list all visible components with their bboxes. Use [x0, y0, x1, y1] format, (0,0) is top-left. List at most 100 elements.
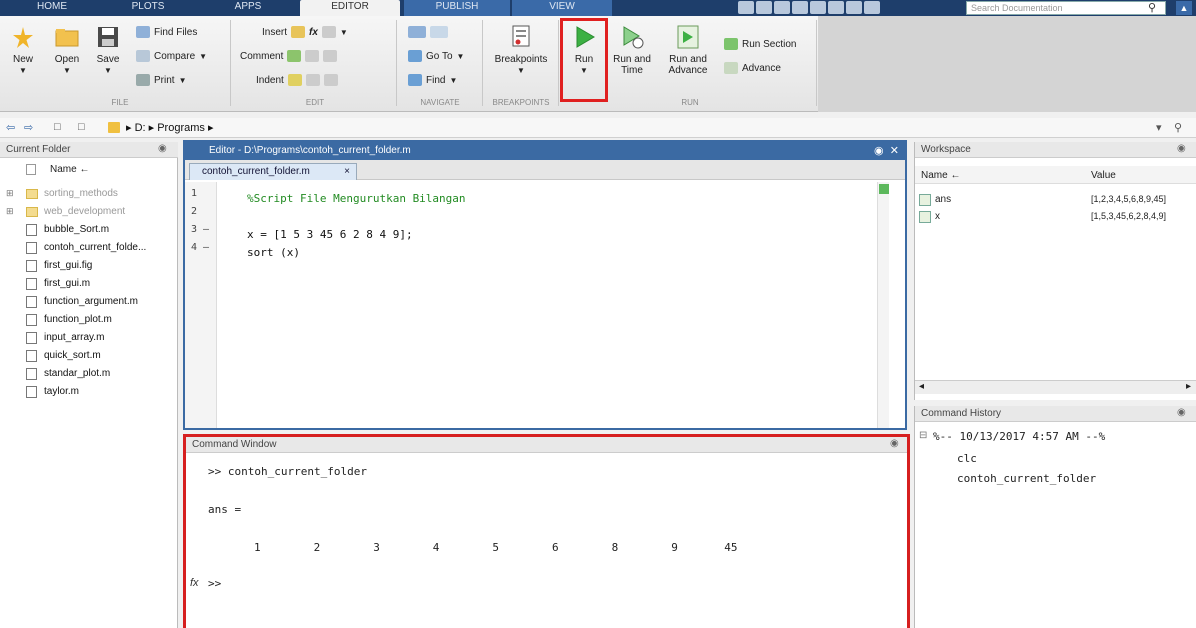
search-icon[interactable]: ⚲ [1174, 121, 1182, 134]
current-folder-column-header[interactable]: Name ← [0, 160, 178, 176]
path-drive[interactable]: D: [135, 122, 146, 134]
navigate-icons[interactable] [408, 26, 448, 38]
find-button[interactable]: Find ▼ [408, 74, 457, 86]
compare-button[interactable]: Compare ▼ [136, 50, 207, 62]
switch-windows-icon[interactable] [846, 1, 862, 14]
save-button[interactable]: Save ▼ [92, 24, 124, 76]
command-window[interactable]: Command Window ◉ >> contoh_current_folde… [183, 434, 910, 628]
help-icon[interactable] [864, 1, 880, 14]
advance-button[interactable]: Advance [724, 62, 781, 74]
list-item[interactable]: bubble_Sort.m [0, 222, 178, 239]
redo-icon[interactable] [828, 1, 844, 14]
tab-apps[interactable]: APPS [218, 0, 278, 16]
minimize-toolstrip-icon[interactable]: ▲ [1176, 1, 1192, 15]
list-item[interactable]: input_array.m [0, 330, 178, 347]
search-icon[interactable]: ⚲ [1148, 1, 1156, 14]
editor-scrollbar[interactable] [877, 182, 889, 428]
history-item[interactable]: contoh_current_folder [957, 472, 1096, 485]
search-documentation-input[interactable]: Search Documentation [966, 1, 1166, 15]
tab-home[interactable]: HOME [24, 0, 80, 16]
list-item[interactable]: first_gui.m [0, 276, 178, 293]
back-arrow-icon[interactable]: ⇦ [6, 121, 15, 134]
code-line[interactable]: %Script File Mengurutkan Bilangan [247, 192, 466, 205]
line-number: 4 – [191, 242, 210, 253]
collapse-icon[interactable]: ⊟ [919, 430, 927, 441]
print-button[interactable]: Print ▼ [136, 74, 186, 86]
indent-button[interactable]: Indent [256, 74, 338, 86]
copy-icon[interactable] [774, 1, 790, 14]
code-line[interactable]: x = [1 5 3 45 6 2 8 4 9]; [247, 228, 413, 241]
chevron-down-icon[interactable]: ▾ [1156, 121, 1162, 134]
expand-icon[interactable]: ⊞ [6, 188, 14, 199]
browse-folder-icon[interactable]: □ [78, 121, 85, 133]
path-folder[interactable]: Programs [157, 122, 205, 134]
tab-plots[interactable]: PLOTS [118, 0, 178, 16]
cut-icon[interactable] [756, 1, 772, 14]
list-item[interactable]: standar_plot.m [0, 366, 178, 383]
find-files-button[interactable]: Find Files [136, 26, 197, 38]
breakpoints-button[interactable]: Breakpoints ▼ [488, 24, 554, 76]
run-and-advance-label: Run and [669, 54, 707, 65]
comment-button[interactable]: Comment [240, 50, 338, 62]
up-folder-icon[interactable]: □ [54, 121, 61, 133]
run-and-advance-button[interactable]: Run and Advance [662, 24, 714, 76]
expand-icon[interactable]: ⊞ [6, 206, 14, 217]
panel-actions-icon[interactable]: ◉ [1177, 407, 1186, 418]
list-item[interactable]: ⊞ web_development [0, 204, 178, 221]
wrap-comments-icon[interactable] [323, 50, 338, 62]
panel-actions-icon[interactable]: ◉ [158, 143, 167, 154]
tab-view[interactable]: VIEW [512, 0, 612, 16]
increase-indent-icon[interactable] [305, 74, 320, 86]
go-to-button[interactable]: Go To ▼ [408, 50, 464, 62]
list-item-label: quick_sort.m [44, 350, 101, 361]
list-item[interactable]: contoh_current_folde... [0, 240, 178, 257]
new-button[interactable]: New ▼ [8, 24, 38, 76]
address-path[interactable]: ▸ D: ▸ Programs ▸ [126, 121, 213, 134]
value-column-header[interactable]: Value [1091, 170, 1116, 181]
variable-icon [919, 194, 931, 206]
list-item[interactable]: first_gui.fig [0, 258, 178, 275]
insert-menu-icon[interactable] [321, 26, 336, 38]
list-item[interactable]: ⊞ sorting_methods [0, 186, 178, 203]
run-and-advance-label-2: Advance [668, 65, 708, 76]
ribbon-separator [482, 20, 483, 106]
go-back-icon[interactable] [408, 26, 426, 38]
panel-actions-icon[interactable]: ◉ [1177, 143, 1186, 154]
undo-icon[interactable] [810, 1, 826, 14]
history-item[interactable]: clc [957, 452, 977, 465]
table-row[interactable]: x [1,5,3,45,6,2,8,4,9] [915, 209, 1196, 225]
name-column-header[interactable]: Name ← [921, 170, 960, 181]
uncomment-icon[interactable] [305, 50, 320, 62]
table-row[interactable]: ans [1,2,3,4,5,6,8,9,45] [915, 192, 1196, 208]
close-icon[interactable]: ✕ [890, 145, 899, 157]
panel-actions-icon[interactable]: ◉ [890, 438, 899, 449]
code-line[interactable]: sort (x) [247, 246, 300, 259]
function-browser-icon[interactable]: fx [190, 577, 199, 589]
list-item[interactable]: function_argument.m [0, 294, 178, 311]
close-icon[interactable]: × [344, 164, 350, 179]
run-section-button[interactable]: Run Section [724, 38, 796, 50]
list-item[interactable]: quick_sort.m [0, 348, 178, 365]
list-item[interactable]: taylor.m [0, 384, 178, 401]
tab-publish[interactable]: PUBLISH [404, 0, 510, 16]
save-icon[interactable] [738, 1, 754, 14]
insert-button[interactable]: Insert fx ▼ [262, 26, 348, 38]
scroll-right-icon[interactable]: ▸ [1186, 381, 1191, 392]
go-forward-icon[interactable] [430, 26, 448, 38]
open-button[interactable]: Open ▼ [50, 24, 84, 76]
workspace-horizontal-scrollbar[interactable]: ◂ ▸ [915, 380, 1196, 394]
command-prompt[interactable]: >> [208, 577, 221, 590]
compare-label: Compare [154, 50, 196, 62]
tab-contoh-current-folder[interactable]: contoh_current_folder.m × [189, 163, 357, 180]
fx-icon[interactable]: fx [309, 27, 318, 38]
run-and-time-button[interactable]: Run and Time [610, 24, 654, 76]
scroll-left-icon[interactable]: ◂ [919, 381, 924, 392]
paste-icon[interactable] [792, 1, 808, 14]
decrease-indent-icon[interactable] [323, 74, 338, 86]
list-item[interactable]: function_plot.m [0, 312, 178, 329]
code-analyzer-ok-icon[interactable] [879, 184, 889, 194]
m-file-icon [26, 332, 37, 344]
forward-arrow-icon[interactable]: ⇨ [24, 121, 33, 134]
tab-editor[interactable]: EDITOR [300, 0, 400, 16]
panel-actions-icon[interactable]: ◉ [874, 145, 884, 157]
